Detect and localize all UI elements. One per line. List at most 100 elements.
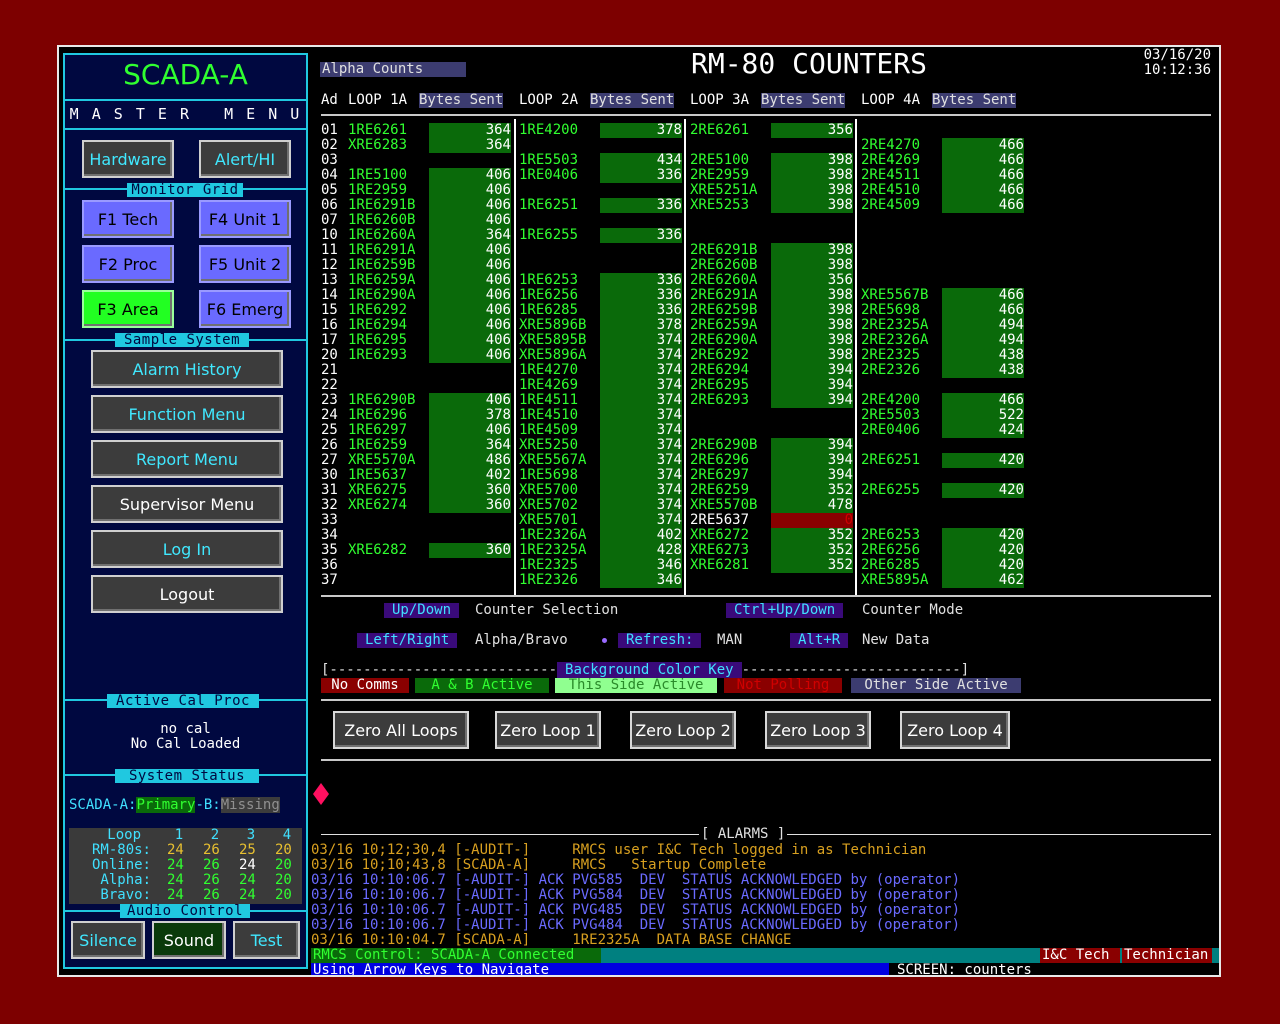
rm80-name[interactable]: 2RE6296 bbox=[690, 453, 749, 468]
rm80-name[interactable]: 2RE6297 bbox=[690, 468, 749, 483]
bytes-sent-value[interactable]: 466 bbox=[942, 288, 1024, 303]
rm80-name[interactable]: 2RE2326A bbox=[861, 333, 928, 348]
bytes-sent-value[interactable]: 406 bbox=[429, 393, 511, 408]
bytes-sent-value[interactable]: 374 bbox=[600, 333, 682, 348]
rm80-name[interactable]: 1RE6293 bbox=[348, 348, 407, 363]
bytes-sent-value[interactable]: 360 bbox=[429, 483, 511, 498]
rm80-name[interactable]: XRE6274 bbox=[348, 498, 407, 513]
bytes-sent-value[interactable]: 402 bbox=[600, 528, 682, 543]
bytes-sent-value[interactable]: 352 bbox=[771, 483, 853, 498]
bytes-sent-value[interactable]: 394 bbox=[771, 468, 853, 483]
rm80-name[interactable]: 2RE6261 bbox=[690, 123, 749, 138]
rm80-name[interactable]: 2RE4509 bbox=[861, 198, 920, 213]
bytes-sent-value[interactable]: 406 bbox=[429, 303, 511, 318]
rm80-name[interactable]: 2RE6259 bbox=[690, 483, 749, 498]
bytes-sent-value[interactable]: 434 bbox=[600, 153, 682, 168]
rm80-name[interactable]: XRE5253 bbox=[690, 198, 749, 213]
rm80-name[interactable]: 1RE6290A bbox=[348, 288, 415, 303]
rm80-name[interactable]: 2RE6251 bbox=[861, 453, 920, 468]
bytes-sent-value[interactable]: 398 bbox=[771, 183, 853, 198]
bytes-sent-value[interactable]: 378 bbox=[600, 318, 682, 333]
rm80-name[interactable]: XRE6281 bbox=[690, 558, 749, 573]
rm80-name[interactable]: 1RE4510 bbox=[519, 408, 578, 423]
rm80-name[interactable]: 2RE6290A bbox=[690, 333, 757, 348]
bytes-sent-value[interactable]: 374 bbox=[600, 498, 682, 513]
rm80-name[interactable]: 2RE5100 bbox=[690, 153, 749, 168]
bytes-sent-value[interactable]: 406 bbox=[429, 333, 511, 348]
rm80-name[interactable]: 1RE6285 bbox=[519, 303, 578, 318]
rm80-name[interactable]: XRE5251A bbox=[690, 183, 757, 198]
rm80-name[interactable]: 2RE4511 bbox=[861, 168, 920, 183]
bytes-sent-value[interactable]: 394 bbox=[771, 378, 853, 393]
bytes-sent-value[interactable]: 420 bbox=[942, 543, 1024, 558]
f2-proc-button[interactable]: F2 Proc bbox=[82, 245, 174, 283]
hardware-button[interactable]: Hardware bbox=[82, 140, 174, 178]
bytes-sent-value[interactable]: 374 bbox=[600, 393, 682, 408]
bytes-sent-value[interactable]: 364 bbox=[429, 138, 511, 153]
function-menu-button[interactable]: Function Menu bbox=[91, 395, 283, 433]
rm80-name[interactable]: 2RE5637 bbox=[690, 513, 749, 528]
bytes-sent-value[interactable]: 360 bbox=[429, 498, 511, 513]
bytes-sent-value[interactable]: 374 bbox=[600, 468, 682, 483]
bytes-sent-value[interactable]: 374 bbox=[600, 453, 682, 468]
bytes-sent-value[interactable]: 424 bbox=[942, 423, 1024, 438]
rm80-name[interactable]: 1RE5503 bbox=[519, 153, 578, 168]
bytes-sent-value[interactable]: 398 bbox=[771, 288, 853, 303]
rm80-name[interactable]: 1RE6261 bbox=[348, 123, 407, 138]
bytes-sent-value[interactable]: 420 bbox=[942, 558, 1024, 573]
rm80-name[interactable]: 2RE6293 bbox=[690, 393, 749, 408]
bytes-sent-value[interactable]: 336 bbox=[600, 303, 682, 318]
bytes-sent-value[interactable]: 356 bbox=[771, 273, 853, 288]
rm80-name[interactable]: 1RE6259 bbox=[348, 438, 407, 453]
rm80-name[interactable]: XRE6272 bbox=[690, 528, 749, 543]
bytes-sent-value[interactable]: 398 bbox=[771, 333, 853, 348]
rm80-name[interactable]: 1RE2325A bbox=[519, 543, 586, 558]
bytes-sent-value[interactable]: 336 bbox=[600, 168, 682, 183]
rm80-name[interactable]: 1RE4269 bbox=[519, 378, 578, 393]
bytes-sent-value[interactable]: 466 bbox=[942, 183, 1024, 198]
rm80-name[interactable]: 1RE6255 bbox=[519, 228, 578, 243]
bytes-sent-value[interactable]: 374 bbox=[600, 513, 682, 528]
log-in-button[interactable]: Log In bbox=[91, 530, 283, 568]
bytes-sent-value[interactable]: 398 bbox=[771, 198, 853, 213]
bytes-sent-value[interactable]: 398 bbox=[771, 168, 853, 183]
bytes-sent-value[interactable]: 360 bbox=[429, 543, 511, 558]
rm80-name[interactable]: XRE5702 bbox=[519, 498, 578, 513]
f1-tech-button[interactable]: F1 Tech bbox=[82, 200, 174, 238]
bytes-sent-value[interactable]: 406 bbox=[429, 318, 511, 333]
bytes-sent-value[interactable]: 336 bbox=[600, 198, 682, 213]
alarm-row[interactable]: 03/16 10:10:06.7 [-AUDIT-] ACK PVG584 DE… bbox=[311, 888, 960, 903]
bytes-sent-value[interactable]: 336 bbox=[600, 273, 682, 288]
alarm-row[interactable]: 03/16 10;12;30,4 [-AUDIT-] RMCS user I&C… bbox=[311, 843, 926, 858]
rm80-name[interactable]: 1RE6259A bbox=[348, 273, 415, 288]
rm80-name[interactable]: 2RE6295 bbox=[690, 378, 749, 393]
bytes-sent-value[interactable]: 374 bbox=[600, 348, 682, 363]
rm80-name[interactable]: 2RE6290B bbox=[690, 438, 757, 453]
bytes-sent-value[interactable]: 352 bbox=[771, 543, 853, 558]
bytes-sent-value[interactable]: 522 bbox=[942, 408, 1024, 423]
rm80-name[interactable]: 2RE6285 bbox=[861, 558, 920, 573]
rm80-name[interactable]: 2RE6259A bbox=[690, 318, 757, 333]
bytes-sent-value[interactable]: 398 bbox=[771, 243, 853, 258]
rm80-name[interactable]: 1RE2326A bbox=[519, 528, 586, 543]
bytes-sent-value[interactable]: 394 bbox=[771, 363, 853, 378]
bytes-sent-value[interactable]: 466 bbox=[942, 303, 1024, 318]
rm80-name[interactable]: 1RE6295 bbox=[348, 333, 407, 348]
silence-button[interactable]: Silence bbox=[71, 921, 145, 959]
bytes-sent-value[interactable]: 364 bbox=[429, 228, 511, 243]
zero-all-loops-button[interactable]: Zero All Loops bbox=[333, 711, 469, 749]
rm80-name[interactable]: XRE5701 bbox=[519, 513, 578, 528]
rm80-name[interactable]: XRE5895A bbox=[861, 573, 928, 588]
rm80-name[interactable]: 1RE6290B bbox=[348, 393, 415, 408]
f4-unit1-button[interactable]: F4 Unit 1 bbox=[199, 200, 291, 238]
rm80-name[interactable]: XRE6283 bbox=[348, 138, 407, 153]
bytes-sent-value[interactable]: 374 bbox=[600, 438, 682, 453]
rm80-name[interactable]: 2RE6260B bbox=[690, 258, 757, 273]
rm80-name[interactable]: XRE6273 bbox=[690, 543, 749, 558]
bytes-sent-value[interactable]: 346 bbox=[600, 573, 682, 588]
f3-area-button[interactable]: F3 Area bbox=[82, 290, 174, 328]
rm80-name[interactable]: 2RE2326 bbox=[861, 363, 920, 378]
bytes-sent-value[interactable]: 352 bbox=[771, 558, 853, 573]
bytes-sent-value[interactable]: 374 bbox=[600, 483, 682, 498]
f5-unit2-button[interactable]: F5 Unit 2 bbox=[199, 245, 291, 283]
